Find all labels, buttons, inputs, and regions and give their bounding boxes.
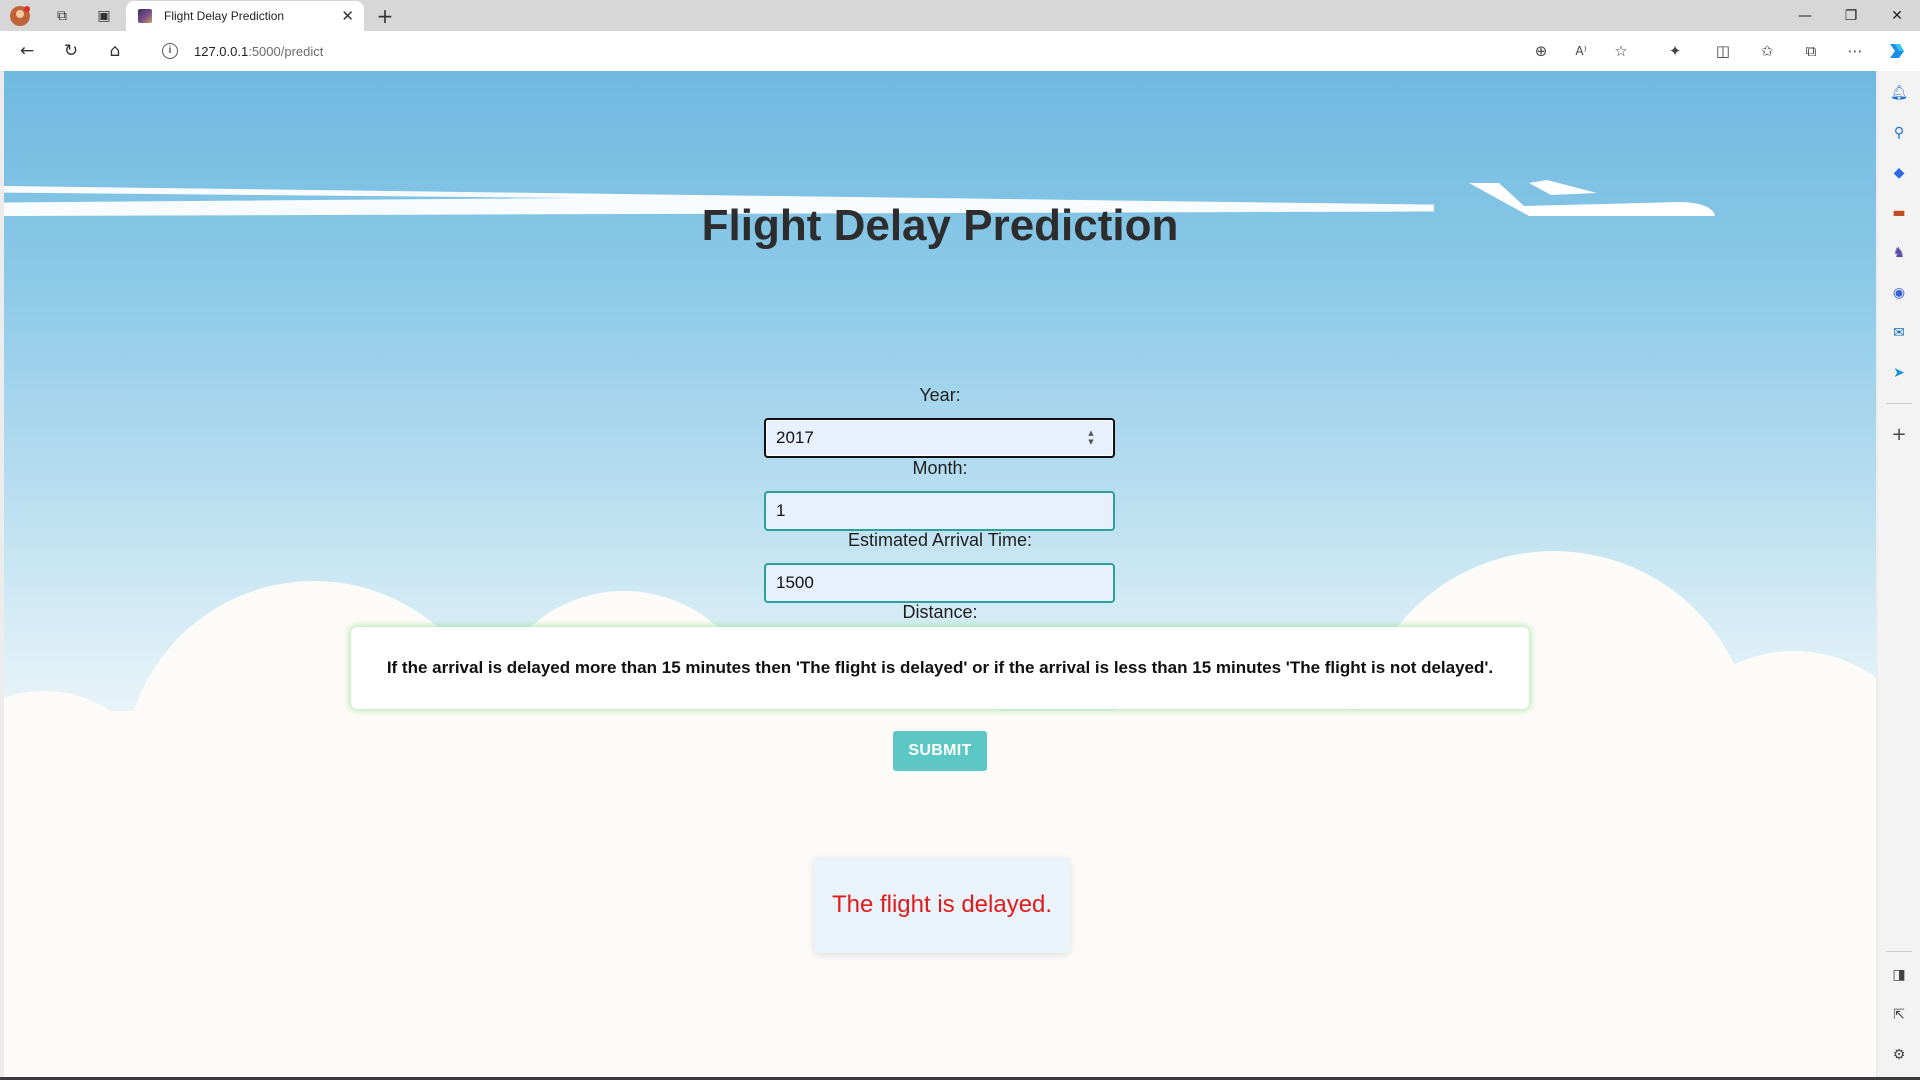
search-icon[interactable]: ⚲	[1888, 122, 1910, 144]
edge-sidebar: 🔔︎ ⚲ ◆ ▬ ♞ ◉ ✉ ➤ + ◨ ⇱ ⚙	[1878, 71, 1920, 1080]
year-input[interactable]	[764, 418, 1115, 458]
site-info-icon[interactable]: i	[162, 43, 178, 59]
microsoft-365-icon[interactable]: ◉	[1888, 282, 1910, 304]
read-aloud-icon[interactable]: A⁾	[1568, 38, 1594, 64]
info-text: If the arrival is delayed more than 15 m…	[386, 658, 1494, 677]
favorite-star-icon[interactable]: ☆	[1608, 38, 1634, 64]
zoom-icon[interactable]: ⊕	[1528, 38, 1554, 64]
stepper-down-icon[interactable]: ▼	[1088, 439, 1093, 446]
tools-briefcase-icon[interactable]: ▬	[1888, 202, 1910, 224]
tab-strip: ⧉ ▣ Flight Delay Prediction ✕ + — ❐ ✕	[0, 0, 1920, 31]
address-bar[interactable]: i 127.0.0.1:5000/predict	[146, 35, 1666, 67]
home-icon[interactable]: ⌂	[102, 38, 128, 64]
page-title: Flight Delay Prediction	[701, 201, 1179, 250]
games-icon[interactable]: ♞	[1888, 242, 1910, 264]
tab-flight-delay-prediction[interactable]: Flight Delay Prediction ✕	[126, 1, 364, 31]
sidebar-separator	[1886, 403, 1912, 404]
hide-sidebar-icon[interactable]: ◨	[1888, 964, 1910, 986]
workspaces-icon[interactable]: ⧉	[50, 4, 74, 28]
vertical-tabs-icon[interactable]: ▣	[92, 4, 116, 28]
bell-icon[interactable]: 🔔︎	[1888, 82, 1910, 104]
open-external-icon[interactable]: ⇱	[1888, 1004, 1910, 1026]
address-row: ← ↻ ⌂ i 127.0.0.1:5000/predict ⊕ A⁾ ☆ ✦ …	[0, 31, 1920, 72]
close-window-button[interactable]: ✕	[1880, 4, 1914, 28]
collections-icon[interactable]: ⧉	[1798, 38, 1824, 64]
info-panel: If the arrival is delayed more than 15 m…	[351, 627, 1529, 709]
tab-close-button[interactable]: ✕	[341, 7, 354, 25]
url-text[interactable]: 127.0.0.1:5000/predict	[194, 44, 323, 59]
page-viewport: Flight Delay Prediction Year: ▲ ▼ Month:…	[4, 71, 1876, 1077]
restore-button[interactable]: ❐	[1834, 4, 1868, 28]
stepper-up-icon[interactable]: ▲	[1088, 430, 1093, 437]
settings-gear-icon[interactable]: ⚙	[1888, 1044, 1910, 1066]
new-tab-button[interactable]: +	[372, 3, 398, 29]
add-icon[interactable]: +	[1888, 423, 1910, 445]
tab-favicon	[138, 9, 152, 23]
tab-title: Flight Delay Prediction	[164, 9, 285, 23]
arrival-time-input[interactable]	[764, 563, 1115, 603]
result-panel: The flight is delayed.	[814, 857, 1070, 953]
refresh-icon[interactable]: ↻	[58, 38, 84, 64]
drop-icon[interactable]: ➤	[1888, 362, 1910, 384]
month-label: Month:	[912, 458, 968, 478]
shopping-tag-icon[interactable]: ◆	[1888, 162, 1910, 184]
minimize-button[interactable]: —	[1788, 4, 1822, 28]
arrival-time-label: Estimated Arrival Time:	[847, 530, 1033, 550]
split-screen-icon[interactable]: ◫	[1710, 38, 1736, 64]
year-stepper[interactable]: ▲ ▼	[1086, 430, 1096, 446]
more-options-icon[interactable]: ⋯	[1842, 38, 1868, 64]
result-text: The flight is delayed.	[831, 891, 1053, 918]
copilot-icon[interactable]	[1884, 38, 1910, 64]
month-input[interactable]	[764, 491, 1115, 531]
year-label: Year:	[919, 385, 961, 405]
submit-button[interactable]: SUBMIT	[893, 731, 987, 771]
sidebar-separator-bottom	[1886, 951, 1912, 952]
favorites-icon[interactable]: ✩	[1754, 38, 1780, 64]
url-path: :5000/predict	[248, 44, 324, 59]
distance-label: Distance:	[902, 602, 978, 622]
extensions-icon[interactable]: ✦	[1662, 38, 1688, 64]
profile-avatar[interactable]	[8, 4, 32, 28]
outlook-icon[interactable]: ✉	[1888, 322, 1910, 344]
back-icon[interactable]: ←	[14, 38, 40, 64]
url-host: 127.0.0.1	[194, 44, 249, 59]
